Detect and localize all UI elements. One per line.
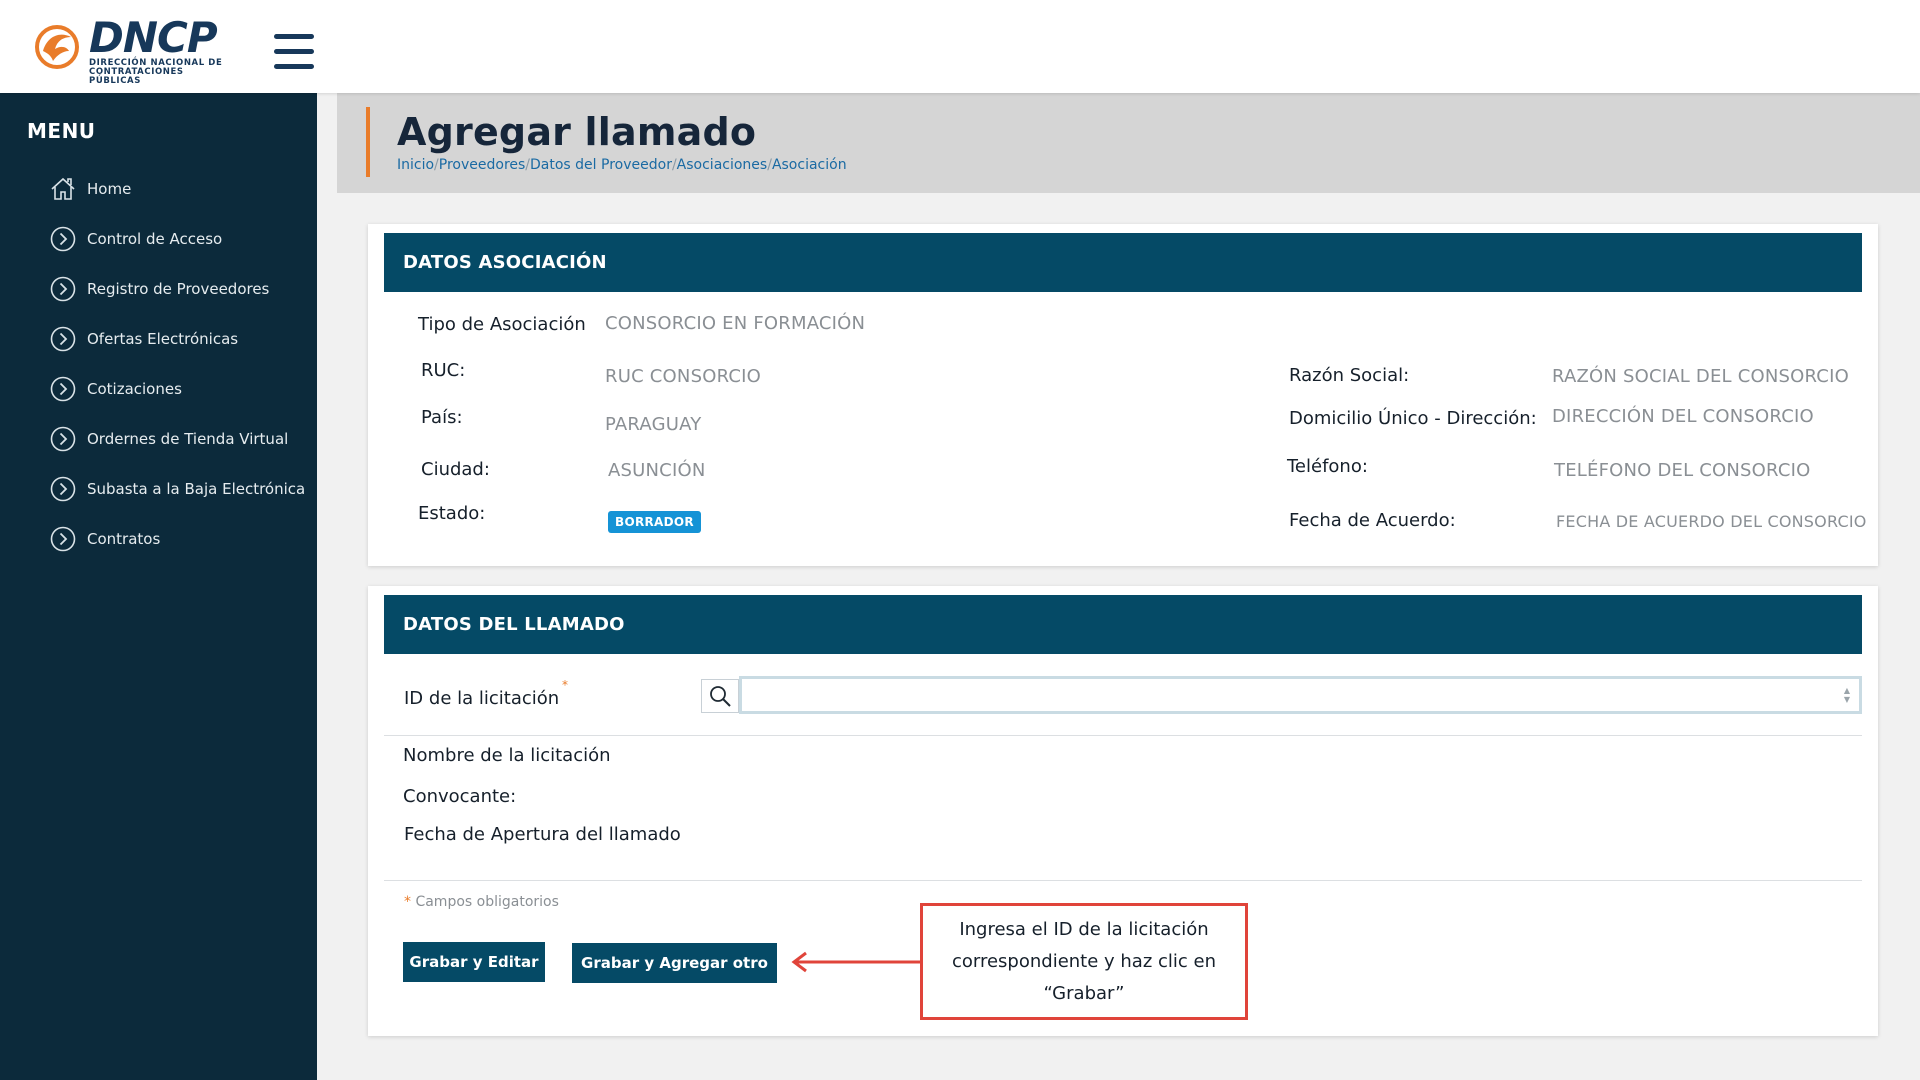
sidebar-item-cotizaciones[interactable]: Cotizaciones	[50, 373, 310, 405]
chevron-right-circle-icon	[50, 476, 76, 502]
sidebar-item-subasta-baja-electronica[interactable]: Subasta a la Baja Electrónica	[50, 473, 310, 505]
sidebar-item-ordenes-tienda-virtual[interactable]: Ordernes de Tienda Virtual	[50, 423, 310, 455]
number-spinner-icon[interactable]: ▲ ▼	[1842, 686, 1852, 706]
sidebar-item-contratos[interactable]: Contratos	[50, 523, 310, 555]
logo-wordmark: DNCP	[89, 13, 218, 62]
nombre-licitacion-label: Nombre de la licitación	[403, 745, 611, 766]
sidebar-item-label: Ordernes de Tienda Virtual	[87, 430, 289, 448]
menu-title: MENU	[27, 119, 96, 143]
status-badge: BORRADOR	[608, 511, 701, 533]
breadcrumb-asociaciones[interactable]: Asociaciones	[677, 157, 768, 173]
required-asterisk: *	[404, 894, 411, 910]
sidebar-item-label: Registro de Proveedores	[87, 280, 270, 298]
telefono-value: TELÉFONO DEL CONSORCIO	[1554, 460, 1811, 481]
razon-social-label: Razón Social:	[1289, 365, 1410, 386]
divider	[384, 735, 1862, 736]
datos-asociacion-header: DATOS ASOCIACIÓN	[384, 233, 1862, 292]
required-asterisk: *	[562, 678, 568, 692]
sidebar-item-ofertas-electronicas[interactable]: Ofertas Electrónicas	[50, 323, 310, 355]
id-licitacion-input[interactable]	[739, 676, 1862, 714]
save-and-add-another-button[interactable]: Grabar y Agregar otro	[572, 943, 777, 983]
logo-subtitle: DIRECCIÓN NACIONAL DE CONTRATACIONES PÚB…	[89, 58, 223, 86]
chevron-right-circle-icon	[50, 426, 76, 452]
breadcrumb-inicio[interactable]: Inicio	[397, 157, 434, 173]
sidebar: MENU Home Control de Acceso Registro de …	[0, 93, 317, 1080]
fecha-apertura-label: Fecha de Apertura del llamado	[404, 824, 681, 845]
home-icon	[51, 177, 75, 200]
sidebar-item-label: Ofertas Electrónicas	[87, 330, 239, 348]
telefono-label: Teléfono:	[1287, 456, 1368, 477]
sidebar-item-label: Cotizaciones	[87, 380, 182, 398]
page-title: Agregar llamado	[397, 110, 757, 154]
ciudad-label: Ciudad:	[421, 459, 490, 480]
estado-label: Estado:	[418, 503, 486, 524]
breadcrumb: Inicio/Proveedores/Datos del Proveedor/A…	[397, 157, 847, 173]
hamburger-menu-icon[interactable]	[274, 34, 314, 70]
top-bar: DNCP DIRECCIÓN NACIONAL DE CONTRATACIONE…	[0, 0, 1920, 93]
required-note-text: Campos obligatorios	[415, 894, 559, 910]
chevron-right-circle-icon	[50, 376, 76, 402]
breadcrumb-asociacion[interactable]: Asociación	[772, 157, 847, 173]
breadcrumb-proveedores[interactable]: Proveedores	[439, 157, 526, 173]
chevron-right-circle-icon	[50, 276, 76, 302]
chevron-right-circle-icon	[50, 326, 76, 352]
page-header: Agregar llamado Inicio/Proveedores/Datos…	[337, 93, 1920, 193]
dncp-logo[interactable]: DNCP DIRECCIÓN NACIONAL DE CONTRATACIONE…	[33, 13, 233, 86]
domicilio-value: DIRECCIÓN DEL CONSORCIO	[1552, 406, 1814, 427]
ciudad-value: ASUNCIÓN	[608, 460, 706, 481]
required-fields-note: * Campos obligatorios	[404, 894, 559, 910]
dncp-emblem-icon	[35, 25, 79, 69]
datos-llamado-header: DATOS DEL LLAMADO	[384, 595, 1862, 654]
sidebar-item-label: Subasta a la Baja Electrónica	[87, 480, 306, 498]
convocante-label: Convocante:	[403, 786, 517, 807]
divider	[384, 880, 1862, 881]
ruc-value: RUC CONSORCIO	[605, 366, 762, 387]
breadcrumb-datos-proveedor[interactable]: Datos del Proveedor	[530, 157, 672, 173]
fecha-acuerdo-value: FECHA DE ACUERDO DEL CONSORCIO	[1556, 512, 1867, 531]
search-button[interactable]	[701, 679, 739, 713]
header-accent-bar	[366, 107, 370, 177]
chevron-right-circle-icon	[50, 526, 76, 552]
tipo-asociacion-value: CONSORCIO EN FORMACIÓN	[605, 313, 866, 334]
pais-label: País:	[421, 407, 463, 428]
ruc-label: RUC:	[421, 360, 466, 381]
save-and-edit-button[interactable]: Grabar y Editar	[403, 942, 545, 982]
tipo-asociacion-label: Tipo de Asociación	[418, 314, 586, 335]
chevron-right-circle-icon	[50, 226, 76, 252]
sidebar-item-label: Contratos	[87, 530, 161, 548]
annotation-callout: Ingresa el ID de la licitación correspon…	[920, 903, 1248, 1020]
sidebar-item-home[interactable]: Home	[50, 173, 310, 205]
sidebar-item-label: Control de Acceso	[87, 230, 223, 248]
sidebar-item-control-de-acceso[interactable]: Control de Acceso	[50, 223, 310, 255]
fecha-acuerdo-label: Fecha de Acuerdo:	[1289, 510, 1456, 531]
sidebar-item-label: Home	[87, 180, 132, 198]
domicilio-label: Domicilio Único - Dirección:	[1289, 408, 1537, 429]
pais-value: PARAGUAY	[605, 414, 702, 435]
sidebar-item-registro-de-proveedores[interactable]: Registro de Proveedores	[50, 273, 310, 305]
search-icon	[710, 686, 731, 707]
annotation-arrow-icon	[791, 951, 922, 973]
datos-asociacion-card: DATOS ASOCIACIÓN Tipo de Asociación CONS…	[368, 224, 1878, 566]
id-licitacion-label: ID de la licitación	[404, 688, 560, 709]
razon-social-value: RAZÓN SOCIAL DEL CONSORCIO	[1552, 366, 1849, 387]
